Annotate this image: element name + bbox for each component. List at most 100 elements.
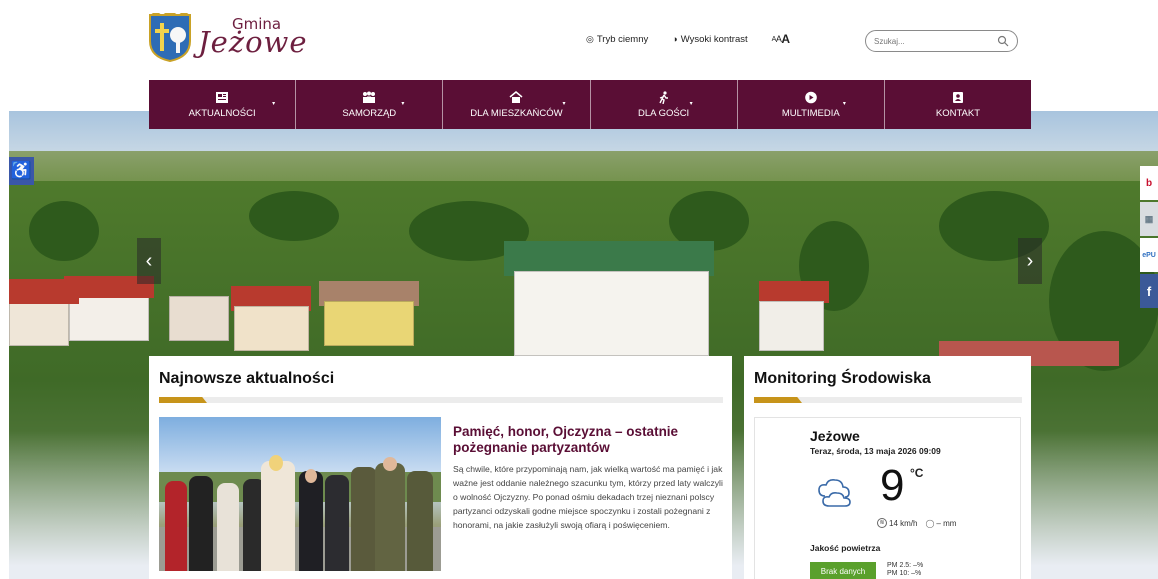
nav-label: KONTAKT bbox=[935, 107, 981, 119]
facebook-icon: f bbox=[1146, 283, 1152, 299]
accessibility-icon[interactable]: ♿ bbox=[9, 157, 34, 185]
person bbox=[299, 471, 323, 571]
news-heading: Najnowsze aktualności bbox=[159, 370, 335, 387]
nav-label: DLA MIESZKAŃCÓW bbox=[470, 107, 563, 119]
dark-mode-toggle[interactable]: ◎ Tryb ciemny bbox=[586, 34, 648, 45]
person bbox=[351, 467, 377, 571]
house bbox=[69, 291, 149, 341]
nav-item-dla-gosci[interactable]: DLA GOŚCI ▾ bbox=[591, 80, 738, 129]
nav-item-aktualnosci[interactable]: AKTUALNOŚCI ▾ bbox=[149, 80, 297, 129]
page: Gmina Jeżowe ◎ Tryb ciemny ◑ Wysoki kont… bbox=[0, 0, 1158, 579]
house bbox=[759, 301, 824, 351]
news-heading-underline bbox=[159, 397, 723, 403]
wind-rain-info: ≋ 14 km/h ◯ – mm bbox=[877, 518, 956, 528]
house bbox=[234, 306, 309, 351]
weather-widget: Jeżowe Teraz, środa, 13 maja 2026 09:09 … bbox=[754, 417, 1021, 579]
nav-item-multimedia[interactable]: MULTIMEDIA ▾ bbox=[738, 80, 885, 129]
chevron-down-icon: ▾ bbox=[562, 101, 566, 107]
person-head bbox=[269, 455, 283, 471]
person-head bbox=[305, 469, 317, 483]
temperature-unit: °C bbox=[910, 466, 924, 480]
person bbox=[375, 463, 405, 571]
wind-icon: ≋ bbox=[877, 518, 887, 528]
wind-speed: 14 km/h bbox=[889, 518, 918, 528]
news-photo[interactable] bbox=[159, 417, 441, 571]
eye-icon: ◎ bbox=[586, 33, 594, 44]
news-article-title[interactable]: Pamięć, honor, Ojczyzna – ostatnie pożeg… bbox=[453, 424, 723, 456]
nav-label: MULTIMEDIA bbox=[781, 107, 840, 119]
search-input[interactable] bbox=[874, 36, 994, 46]
person bbox=[189, 476, 213, 571]
main-building bbox=[514, 271, 709, 356]
tree bbox=[249, 191, 339, 241]
pm-values: PM 2.5: –% PM 10: –% bbox=[887, 562, 923, 578]
chevron-down-icon: ▾ bbox=[842, 101, 846, 107]
accessibility-tools: ◎ Tryb ciemny ◑ Wysoki kontrast A A A bbox=[586, 32, 790, 46]
house bbox=[9, 301, 69, 346]
play-icon bbox=[804, 91, 817, 103]
logo-text: Gmina Jeżowe bbox=[198, 15, 318, 61]
monitoring-heading: Monitoring Środowiska bbox=[754, 370, 931, 387]
cloudy-weather-icon bbox=[818, 479, 851, 507]
slider-next-button[interactable]: › bbox=[1018, 238, 1042, 284]
nav-item-dla-mieszkancow[interactable]: DLA MIESZKAŃCÓW ▾ bbox=[443, 80, 591, 129]
house-roof bbox=[9, 279, 79, 304]
font-size-large[interactable]: A bbox=[781, 32, 790, 46]
social-link-1-label: b bbox=[1145, 177, 1153, 189]
pm25-value: PM 2.5: –% bbox=[887, 562, 924, 569]
person bbox=[217, 483, 239, 571]
logo-big-text: Jeżowe bbox=[198, 25, 308, 59]
person bbox=[407, 471, 433, 571]
social-link-3[interactable]: ePU bbox=[1140, 238, 1158, 272]
high-contrast-label: Wysoki kontrast bbox=[680, 33, 748, 45]
house bbox=[169, 296, 229, 341]
rain-amount: – mm bbox=[936, 518, 957, 528]
raindrop-icon: ◯ bbox=[925, 518, 935, 528]
people-icon bbox=[363, 91, 376, 103]
facebook-link[interactable]: f bbox=[1140, 274, 1158, 308]
newspaper-icon bbox=[216, 91, 229, 103]
high-contrast-toggle[interactable]: ◑ Wysoki kontrast bbox=[672, 34, 747, 45]
social-link-2[interactable]: ▦ bbox=[1140, 202, 1158, 236]
house bbox=[324, 301, 414, 346]
weather-datetime: Teraz, środa, 13 maja 2026 09:09 bbox=[810, 446, 941, 456]
nav-item-kontakt[interactable]: KONTAKT bbox=[885, 80, 1031, 129]
coat-of-arms-icon bbox=[149, 13, 191, 63]
search-box bbox=[865, 30, 1018, 52]
walking-icon bbox=[658, 90, 668, 104]
nav-label: AKTUALNOŚCI bbox=[188, 107, 256, 119]
chevron-down-icon: ▾ bbox=[272, 101, 276, 107]
person-head bbox=[383, 457, 397, 471]
air-quality-status-button[interactable]: Brak danych bbox=[810, 562, 876, 579]
contrast-icon: ◑ bbox=[672, 34, 678, 44]
site-logo[interactable]: Gmina Jeżowe bbox=[148, 13, 318, 63]
temperature-value: 9 bbox=[880, 461, 905, 510]
nav-label: SAMORZĄD bbox=[342, 107, 397, 119]
search-icon[interactable] bbox=[997, 35, 1009, 47]
contact-book-icon bbox=[952, 91, 963, 103]
news-article-excerpt: Są chwile, które przypominają nam, jak w… bbox=[453, 464, 723, 530]
chevron-down-icon: ▾ bbox=[401, 101, 405, 107]
news-panel: Najnowsze aktualności Pamięć, honor, Ojc… bbox=[149, 356, 732, 579]
monitoring-panel: Monitoring Środowiska Jeżowe Teraz, środ… bbox=[744, 356, 1031, 579]
weather-city: Jeżowe bbox=[810, 428, 860, 444]
person bbox=[261, 461, 295, 571]
dark-mode-label: Tryb ciemny bbox=[596, 33, 649, 45]
font-size-switcher[interactable]: A A A bbox=[772, 32, 790, 46]
nav-label: DLA GOŚCI bbox=[637, 107, 690, 119]
main-nav: AKTUALNOŚCI ▾ SAMORZĄD ▾ DLA MIESZKAŃCÓW… bbox=[149, 80, 1031, 129]
home-icon bbox=[509, 90, 523, 103]
nav-item-samorzad[interactable]: SAMORZĄD ▾ bbox=[296, 80, 444, 129]
map-icon: ▦ bbox=[1144, 213, 1154, 224]
monitoring-heading-underline bbox=[754, 397, 1022, 403]
person bbox=[165, 481, 187, 571]
chevron-down-icon: ▾ bbox=[689, 101, 693, 107]
social-link-1[interactable]: b bbox=[1140, 166, 1158, 200]
air-quality-label: Jakość powietrza bbox=[810, 543, 881, 553]
house-roof bbox=[759, 281, 829, 303]
social-link-3-label: ePU bbox=[1142, 251, 1156, 259]
person bbox=[325, 475, 349, 571]
pm10-value: PM 10: –% bbox=[887, 570, 922, 577]
tree bbox=[29, 201, 99, 261]
slider-prev-button[interactable]: ‹ bbox=[137, 238, 161, 284]
